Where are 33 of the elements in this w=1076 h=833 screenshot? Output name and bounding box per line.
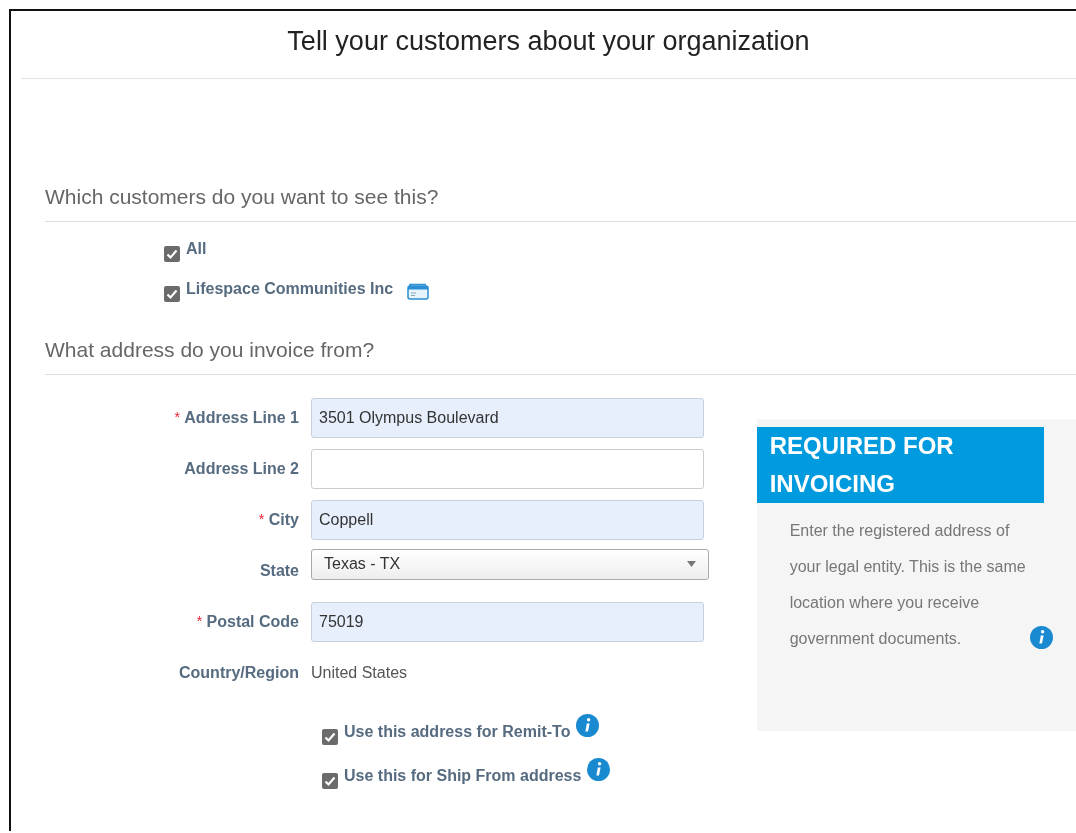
- required-mark: *: [174, 408, 180, 425]
- text-field[interactable]: Coppell: [311, 499, 704, 540]
- field-label: Country/Region: [179, 663, 299, 681]
- field-label: Address Line 1: [184, 408, 299, 426]
- card-icon[interactable]: [407, 283, 430, 300]
- checkbox-label[interactable]: All: [186, 240, 207, 258]
- field-label: City: [268, 510, 299, 528]
- required-mark: *: [196, 612, 203, 629]
- field-label: Postal Code: [206, 612, 299, 630]
- section-heading: What address do you invoice from?: [45, 336, 1076, 375]
- info-icon[interactable]: [587, 758, 611, 781]
- field-label: State: [259, 561, 299, 579]
- panel-heading: REQUIRED FOR INVOICING: [756, 427, 1044, 503]
- checkbox-label[interactable]: Use this address for Remit-To: [344, 723, 571, 741]
- page-title: Tell your customers about your organization: [287, 26, 810, 57]
- field-label: Address Line 2: [184, 459, 299, 477]
- required-mark: *: [258, 510, 265, 527]
- text-field[interactable]: 75019: [311, 601, 704, 642]
- state-dropdown[interactable]: Texas - TX: [311, 548, 709, 580]
- checkbox[interactable]: [322, 773, 338, 789]
- checkbox[interactable]: [322, 729, 338, 745]
- section-heading: Which customers do you want to see this?: [45, 183, 1076, 222]
- info-icon[interactable]: [576, 714, 600, 737]
- help-text: Enter the registered address of your legal entity. This is the same location where you receive government documents.: [789, 521, 1027, 649]
- text-field[interactable]: [311, 448, 704, 489]
- text-field[interactable]: 3501 Olympus Boulevard: [311, 397, 704, 438]
- checkbox[interactable]: [164, 286, 180, 302]
- field-value: United States: [311, 663, 408, 682]
- checkbox-label[interactable]: Use this for Ship From address: [344, 767, 582, 785]
- info-icon[interactable]: [1029, 626, 1053, 649]
- caret-icon: [687, 561, 696, 567]
- checkbox-label[interactable]: Lifespace Communities Inc: [186, 280, 394, 298]
- checkbox[interactable]: [164, 246, 180, 262]
